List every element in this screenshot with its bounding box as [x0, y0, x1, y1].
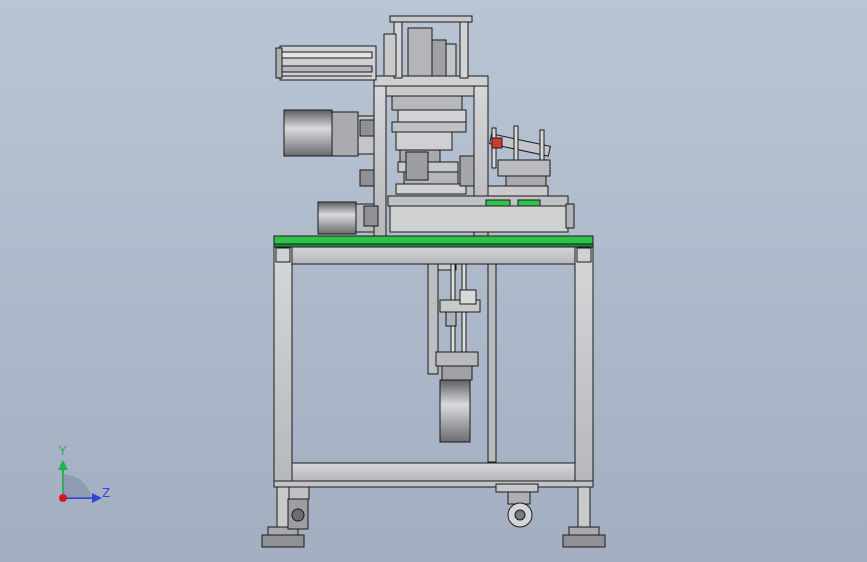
right-station [487, 125, 551, 197]
frame-right-leg [574, 245, 594, 487]
top-cap-plate [389, 15, 473, 23]
z-axis-arrowhead [92, 493, 102, 503]
cad-viewport[interactable]: Y Z [0, 0, 867, 562]
frame-top-rail [291, 245, 576, 265]
y-axis-label: Y [58, 444, 67, 458]
lift-side-rail [487, 263, 497, 463]
frame-corner-block-right [576, 247, 592, 263]
machine-assembly [261, 15, 606, 548]
table-top-edge [273, 243, 594, 248]
triad-plane-shade [63, 474, 92, 498]
top-cylinder [275, 45, 377, 81]
lift-assembly [427, 263, 497, 463]
caster-left [287, 486, 310, 530]
leveling-foot-right [562, 486, 606, 548]
z-axis-label: Z [102, 486, 110, 500]
frame-corner-block-left [275, 247, 291, 263]
lift-motor [439, 379, 471, 443]
frame-left-leg [273, 245, 293, 487]
gantry-top-beam [373, 75, 489, 87]
slide-base [387, 195, 575, 233]
coordinate-triad: Y Z [58, 444, 110, 503]
frame-base-strip [273, 480, 594, 488]
caster-center [495, 483, 539, 528]
y-axis-arrowhead [58, 460, 68, 470]
frame-bottom-rail [291, 462, 576, 482]
x-axis-origin-dot [59, 494, 67, 502]
